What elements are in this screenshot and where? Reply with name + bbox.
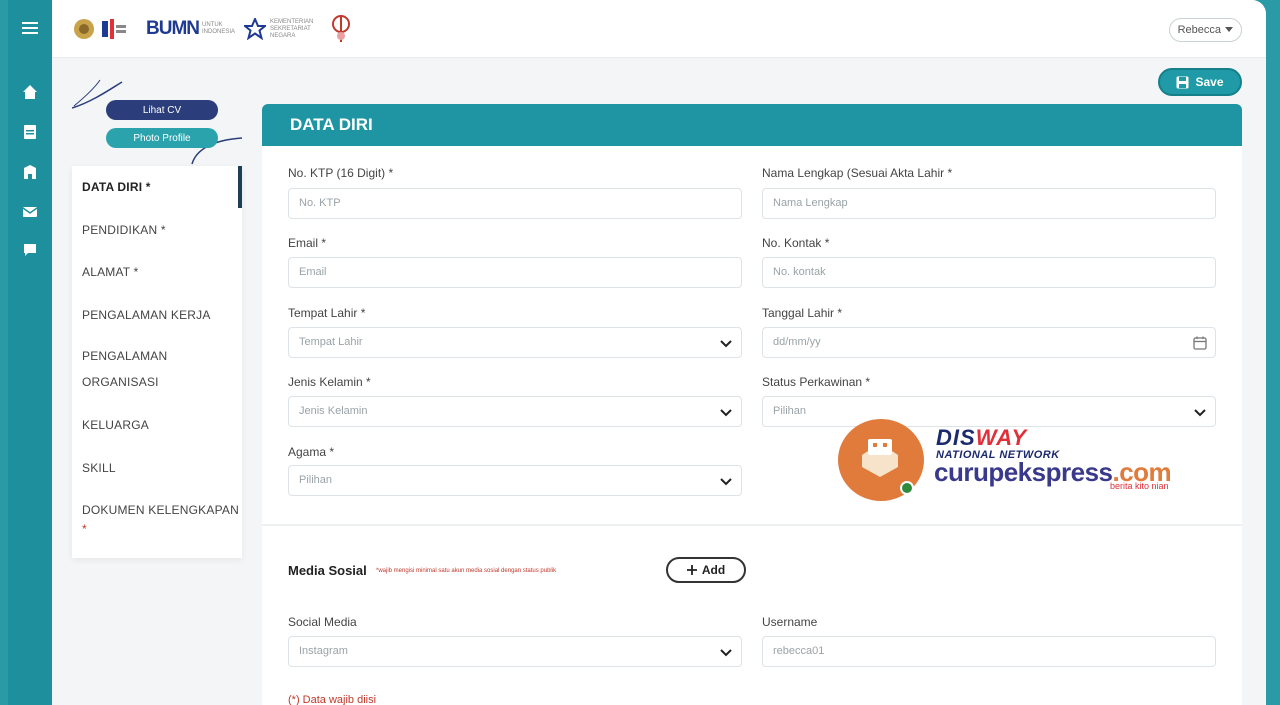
partner-logos: BUMN UNTUK INDONESIA KEMENTERIAN SEKRETA… bbox=[72, 12, 380, 46]
caret-down-icon bbox=[1225, 27, 1233, 32]
mail-icon[interactable] bbox=[20, 202, 40, 222]
sidebar-item-keluarga[interactable]: KELUARGA bbox=[82, 412, 149, 438]
tanggal-lahir-input[interactable]: dd/mm/yy bbox=[762, 327, 1216, 358]
chat-icon[interactable] bbox=[20, 240, 40, 260]
sidebar-item-pengalaman-organisasi[interactable]: PENGALAMAN bbox=[82, 343, 167, 369]
building-icon[interactable] bbox=[20, 162, 40, 182]
username-input[interactable]: rebecca01 bbox=[762, 636, 1216, 667]
sidebar-item-dokumen-kelengkapan[interactable]: DOKUMEN KELENGKAPAN bbox=[82, 497, 239, 523]
email-label: Email * bbox=[288, 236, 327, 250]
app-frame: BUMN UNTUK INDONESIA KEMENTERIAN SEKRETA… bbox=[52, 0, 1266, 705]
required-note: (*) Data wajib diisi bbox=[288, 694, 377, 705]
agama-label: Agama * bbox=[288, 445, 335, 459]
topbar: BUMN UNTUK INDONESIA KEMENTERIAN SEKRETA… bbox=[52, 0, 1266, 58]
house-icon bbox=[862, 439, 898, 477]
watermark-tagline: berita kito nian bbox=[1110, 481, 1169, 491]
watermark-dot bbox=[900, 481, 914, 495]
sidebar-item-pengalaman-kerja[interactable]: PENGALAMAN KERJA bbox=[82, 302, 211, 328]
plus-icon bbox=[686, 565, 697, 575]
sidebar-item-alamat[interactable]: ALAMAT * bbox=[82, 259, 139, 285]
status-label: Status Perkawinan * bbox=[762, 375, 871, 389]
save-button[interactable]: Save bbox=[1158, 68, 1242, 96]
bumn-logo: BUMN UNTUK INDONESIA bbox=[146, 18, 236, 39]
chevron-down-icon bbox=[720, 649, 732, 657]
media-sosial-note: *wajib mengisi minimal satu akun media s… bbox=[376, 568, 557, 574]
sidebar-item-organisasi-line[interactable]: ORGANISASI bbox=[82, 369, 159, 395]
profile-sidebar: Lihat CV Photo Profile DATA DIRI * PENDI… bbox=[72, 78, 242, 558]
jenis-kelamin-select[interactable]: Jenis Kelamin bbox=[288, 396, 742, 427]
watermark-brand: DISWAY bbox=[936, 425, 1028, 450]
garuda-logo bbox=[72, 17, 128, 41]
kontak-label: No. Kontak * bbox=[762, 236, 830, 250]
home-icon[interactable] bbox=[20, 82, 40, 102]
sidebar-item-data-diri[interactable]: DATA DIRI * bbox=[82, 174, 151, 200]
ornament-logo bbox=[330, 14, 380, 44]
user-name: Rebecca bbox=[1177, 24, 1221, 36]
nama-label: Nama Lengkap (Sesuai Akta Lahir * bbox=[762, 166, 953, 180]
decorative-swirl bbox=[72, 79, 242, 165]
user-menu-button[interactable]: Rebecca bbox=[1168, 18, 1242, 42]
email-input[interactable]: Email bbox=[288, 257, 742, 288]
chevron-down-icon bbox=[1194, 409, 1206, 417]
social-media-label: Social Media bbox=[288, 615, 357, 629]
menu-icon[interactable] bbox=[20, 18, 40, 38]
nama-input[interactable]: Nama Lengkap bbox=[762, 188, 1216, 219]
section-divider bbox=[262, 524, 1242, 526]
sidebar-menu: DATA DIRI * PENDIDIKAN * ALAMAT * PENGAL… bbox=[72, 166, 242, 558]
lihat-cv-button[interactable]: Lihat CV bbox=[106, 100, 218, 120]
card-title: DATA DIRI bbox=[262, 104, 1242, 146]
sidebar-header: Lihat CV Photo Profile bbox=[72, 78, 242, 166]
social-media-select[interactable]: Instagram bbox=[288, 636, 742, 667]
media-sosial-title: Media Sosial bbox=[288, 563, 367, 578]
tanggal-lahir-label: Tanggal Lahir * bbox=[762, 306, 843, 320]
chevron-down-icon bbox=[720, 478, 732, 486]
sidebar-item-dokumen-required: * bbox=[82, 522, 87, 536]
chevron-down-icon bbox=[720, 409, 732, 417]
star-logo: KEMENTERIAN SEKRETARIAT NEGARA bbox=[244, 18, 313, 40]
photo-profile-button[interactable]: Photo Profile bbox=[106, 128, 218, 148]
agama-select[interactable]: Pilihan bbox=[288, 465, 742, 496]
data-diri-card: DATA DIRI No. KTP (16 Digit) * No. KTP N… bbox=[262, 104, 1242, 705]
username-label: Username bbox=[762, 615, 818, 629]
active-indicator bbox=[238, 166, 242, 208]
ktp-label: No. KTP (16 Digit) * bbox=[288, 166, 394, 180]
jenis-kelamin-label: Jenis Kelamin * bbox=[288, 375, 371, 389]
sidebar-item-pendidikan[interactable]: PENDIDIKAN * bbox=[82, 217, 166, 243]
tempat-lahir-select[interactable]: Tempat Lahir bbox=[288, 327, 742, 358]
nav-rail bbox=[8, 0, 52, 705]
kontak-input[interactable]: No. kontak bbox=[762, 257, 1216, 288]
sidebar-item-skill[interactable]: SKILL bbox=[82, 455, 116, 481]
add-social-button[interactable]: Add bbox=[666, 557, 746, 583]
calendar-icon[interactable] bbox=[1193, 336, 1207, 350]
ktp-input[interactable]: No. KTP bbox=[288, 188, 742, 219]
tempat-lahir-label: Tempat Lahir * bbox=[288, 306, 366, 320]
floppy-icon bbox=[1176, 76, 1189, 88]
document-icon[interactable] bbox=[20, 122, 40, 142]
chevron-down-icon bbox=[720, 340, 732, 348]
disway-watermark: DISWAY NATIONAL NETWORK curupekspress.co… bbox=[838, 419, 1178, 501]
